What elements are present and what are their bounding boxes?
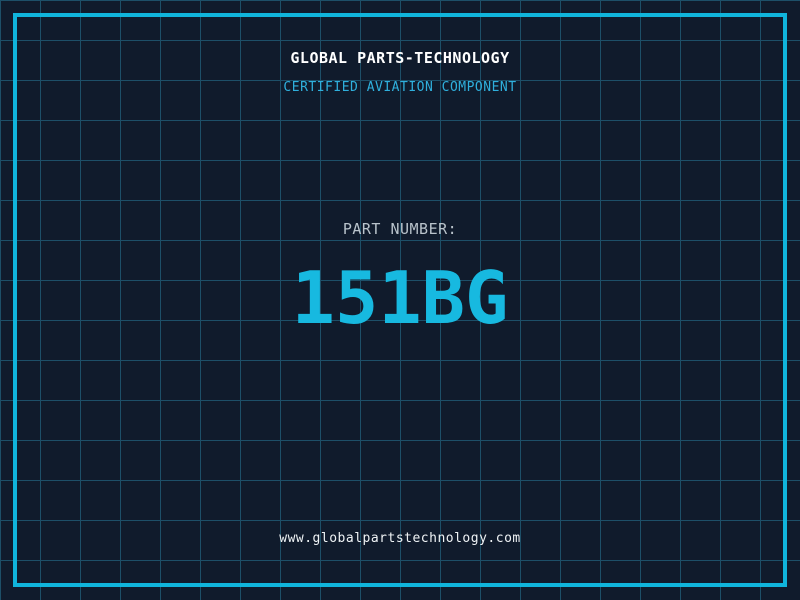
blueprint-page: GLOBAL PARTS-TECHNOLOGY CERTIFIED AVIATI… [0,0,800,600]
part-number-label: PART NUMBER: [342,220,458,238]
part-number-value: 151BG [291,256,509,340]
page-title: GLOBAL PARTS-TECHNOLOGY [290,49,510,67]
page-subtitle: CERTIFIED AVIATION COMPONENT [283,80,517,95]
website-url: www.globalpartstechnology.com [279,531,521,546]
